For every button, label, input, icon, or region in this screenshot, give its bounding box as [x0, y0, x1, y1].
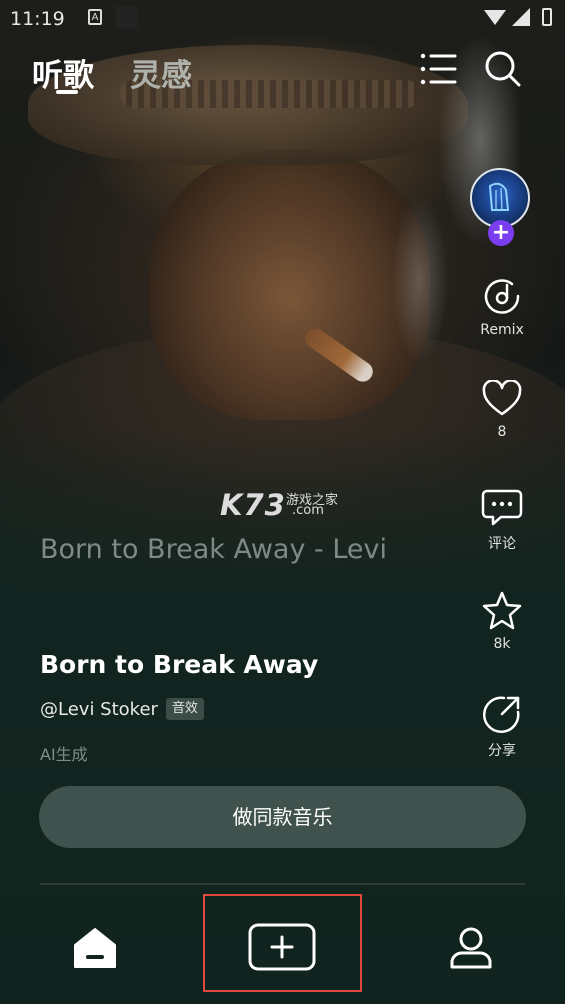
comment-icon: [481, 489, 523, 526]
list-icon[interactable]: [419, 52, 459, 86]
home-icon[interactable]: [72, 925, 118, 971]
remix-label: Remix: [480, 322, 524, 338]
cellular-icon: [512, 8, 530, 26]
artist-name[interactable]: @Levi Stoker: [40, 699, 158, 720]
like-button[interactable]: 8: [470, 380, 534, 440]
follow-plus-icon[interactable]: +: [488, 220, 514, 246]
watermark-logo: K73 游戏之家 .com: [220, 488, 350, 522]
share-icon: [483, 696, 520, 733]
song-title: Born to Break Away: [40, 650, 319, 679]
background-fade: [0, 430, 565, 730]
add-icon[interactable]: [248, 923, 316, 971]
background-song-title: Born to Break Away - Levi: [40, 534, 388, 565]
artist-row: @Levi Stoker 音效: [40, 696, 204, 722]
like-count: 8: [497, 424, 507, 440]
ai-generated-label: AI生成: [40, 745, 88, 764]
favorite-button[interactable]: 8k: [470, 590, 534, 652]
tab-active-indicator: [56, 90, 78, 94]
share-label: 分享: [488, 743, 516, 759]
notification-icon: A: [88, 9, 102, 25]
status-time: 11:19: [10, 8, 65, 30]
tab-listen[interactable]: 听歌: [32, 50, 94, 95]
comment-label: 评论: [488, 536, 516, 552]
search-icon[interactable]: [482, 48, 522, 88]
heart-icon: [482, 380, 522, 416]
watermark-brand: K73: [220, 488, 286, 522]
sound-effect-tag: 音效: [165, 698, 204, 720]
profile-icon[interactable]: [448, 925, 494, 971]
wifi-icon: [484, 10, 506, 25]
favorite-count: 8k: [493, 636, 511, 652]
share-button[interactable]: 分享: [470, 694, 534, 760]
status-bar: 11:19 A: [0, 0, 565, 36]
star-icon: [482, 591, 522, 630]
tab-inspiration[interactable]: 灵感: [130, 50, 192, 95]
watermark-domain: .com: [292, 503, 324, 518]
screen: 11:19 A 听歌 灵感 + Remix 8 评论 8k 分享 K73 游戏之…: [0, 0, 565, 1004]
remix-button[interactable]: Remix: [470, 276, 534, 338]
creator-avatar[interactable]: +: [470, 168, 534, 246]
make-similar-music-button[interactable]: 做同款音乐: [39, 786, 526, 848]
bottom-divider: [40, 883, 525, 885]
battery-icon: [542, 8, 552, 26]
remix-icon: [484, 279, 520, 314]
comment-button[interactable]: 评论: [470, 487, 534, 553]
harp-avatar-icon: [470, 168, 530, 228]
notification-square-icon: [116, 6, 138, 28]
